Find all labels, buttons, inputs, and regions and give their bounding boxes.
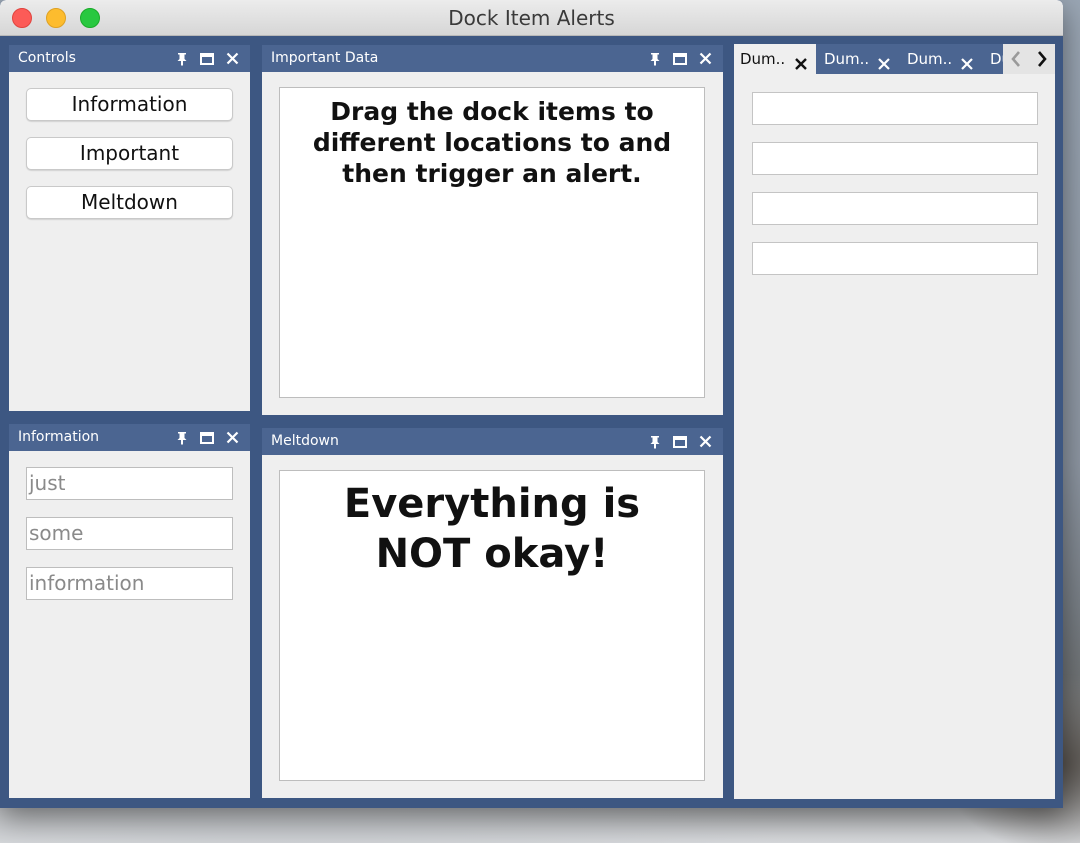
dummy-tab-3-label: Dum.. — [907, 50, 952, 68]
info-field-just[interactable]: just — [26, 467, 233, 500]
meltdown-dock: Meltdown Everything is NOT okay! — [262, 428, 723, 798]
dummy-tab-1[interactable]: Dum.. — [734, 44, 816, 74]
pin-icon[interactable] — [647, 434, 663, 450]
maximize-icon[interactable] — [199, 51, 215, 67]
maximize-icon[interactable] — [672, 51, 688, 67]
dock-tab-bar: Dum.. Dum.. Dum.. Du — [734, 44, 1055, 74]
information-button[interactable]: Information — [26, 88, 233, 121]
maximize-icon[interactable] — [672, 434, 688, 450]
information-dock-body: just some information — [9, 451, 250, 798]
important-dock-header[interactable]: Important Data — [262, 45, 723, 72]
important-dock-body: Drag the dock items to different locatio… — [262, 72, 723, 415]
controls-dock-header[interactable]: Controls — [9, 45, 250, 72]
meltdown-button[interactable]: Meltdown — [26, 186, 233, 219]
dummy-tabbed-dock: Dum.. Dum.. Dum.. Du — [734, 44, 1055, 799]
meltdown-dock-body: Everything is NOT okay! — [262, 455, 723, 798]
meltdown-text-area[interactable]: Everything is NOT okay! — [279, 470, 705, 781]
window-titlebar[interactable]: Dock Item Alerts — [0, 0, 1063, 36]
close-icon[interactable] — [224, 430, 240, 446]
dummy-field-2[interactable] — [752, 142, 1038, 175]
information-dock-header[interactable]: Information — [9, 424, 250, 451]
controls-dock: Controls Information Important Meltdown — [9, 45, 250, 411]
dummy-tab-1-label: Dum.. — [740, 50, 785, 68]
dummy-field-3[interactable] — [752, 192, 1038, 225]
close-icon[interactable] — [794, 51, 808, 74]
window-title: Dock Item Alerts — [0, 6, 1063, 30]
close-icon[interactable] — [697, 434, 713, 450]
information-dock-title: Information — [18, 429, 99, 445]
important-data-dock: Important Data Drag the dock items to di… — [262, 45, 723, 415]
controls-dock-title: Controls — [18, 50, 76, 66]
close-icon[interactable] — [960, 51, 974, 74]
information-dock: Information just some information — [9, 424, 250, 798]
chevron-right-icon[interactable] — [1029, 44, 1055, 74]
maximize-icon[interactable] — [199, 430, 215, 446]
pin-icon[interactable] — [174, 51, 190, 67]
meltdown-dock-header[interactable]: Meltdown — [262, 428, 723, 455]
controls-dock-body: Information Important Meltdown — [9, 72, 250, 411]
dummy-tab-2-label: Dum.. — [824, 50, 869, 68]
dummy-tab-2[interactable]: Dum.. — [818, 44, 899, 74]
info-field-some[interactable]: some — [26, 517, 233, 550]
meltdown-dock-title: Meltdown — [271, 433, 339, 449]
close-icon[interactable] — [697, 51, 713, 67]
dummy-tab-body — [734, 74, 1055, 799]
important-text-area[interactable]: Drag the dock items to different locatio… — [279, 87, 705, 398]
close-icon[interactable] — [877, 51, 891, 74]
pin-icon[interactable] — [174, 430, 190, 446]
important-button[interactable]: Important — [26, 137, 233, 170]
close-icon[interactable] — [224, 51, 240, 67]
info-field-information[interactable]: information — [26, 567, 233, 600]
dummy-field-1[interactable] — [752, 92, 1038, 125]
dummy-field-4[interactable] — [752, 242, 1038, 275]
tab-scroll-arrows — [1003, 44, 1055, 74]
dummy-tab-3[interactable]: Dum.. — [901, 44, 982, 74]
pin-icon[interactable] — [647, 51, 663, 67]
important-dock-title: Important Data — [271, 50, 378, 66]
chevron-left-icon[interactable] — [1003, 44, 1029, 74]
app-window: Dock Item Alerts Controls Information Im… — [0, 0, 1063, 808]
